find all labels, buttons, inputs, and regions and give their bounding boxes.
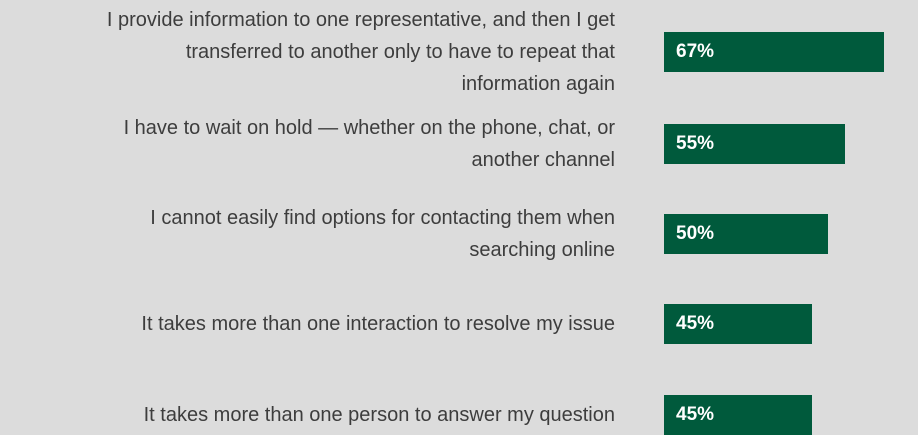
category-label: I cannot easily find options for contact… — [150, 202, 615, 266]
category-label: It takes more than one person to answer … — [144, 399, 615, 431]
category-label-line: transferred to another only to have to r… — [185, 41, 615, 63]
category-label-line: information again — [461, 73, 615, 95]
bar-value-label: 55% — [676, 133, 715, 154]
category-label-line: another channel — [471, 149, 615, 171]
category-label-line: searching online — [469, 239, 615, 261]
category-label-line: I cannot easily find options for contact… — [150, 207, 615, 229]
bar-value-label: 67% — [676, 41, 715, 62]
horizontal-bar-chart: I provide information to one representat… — [0, 0, 918, 435]
category-label: I have to wait on hold — whether on the … — [124, 112, 615, 176]
category-label: It takes more than one interaction to re… — [141, 308, 615, 340]
category-label-line: I provide information to one representat… — [106, 9, 615, 31]
bar-value-label: 45% — [676, 313, 715, 334]
bar-value-label: 50% — [676, 223, 715, 244]
category-label-line: It takes more than one interaction to re… — [141, 313, 615, 335]
bar-value-label: 45% — [676, 404, 715, 425]
category-label-line: It takes more than one person to answer … — [143, 404, 615, 426]
category-label-line: I have to wait on hold — whether on the … — [123, 117, 615, 139]
category-label: I provide information to one representat… — [107, 4, 615, 100]
